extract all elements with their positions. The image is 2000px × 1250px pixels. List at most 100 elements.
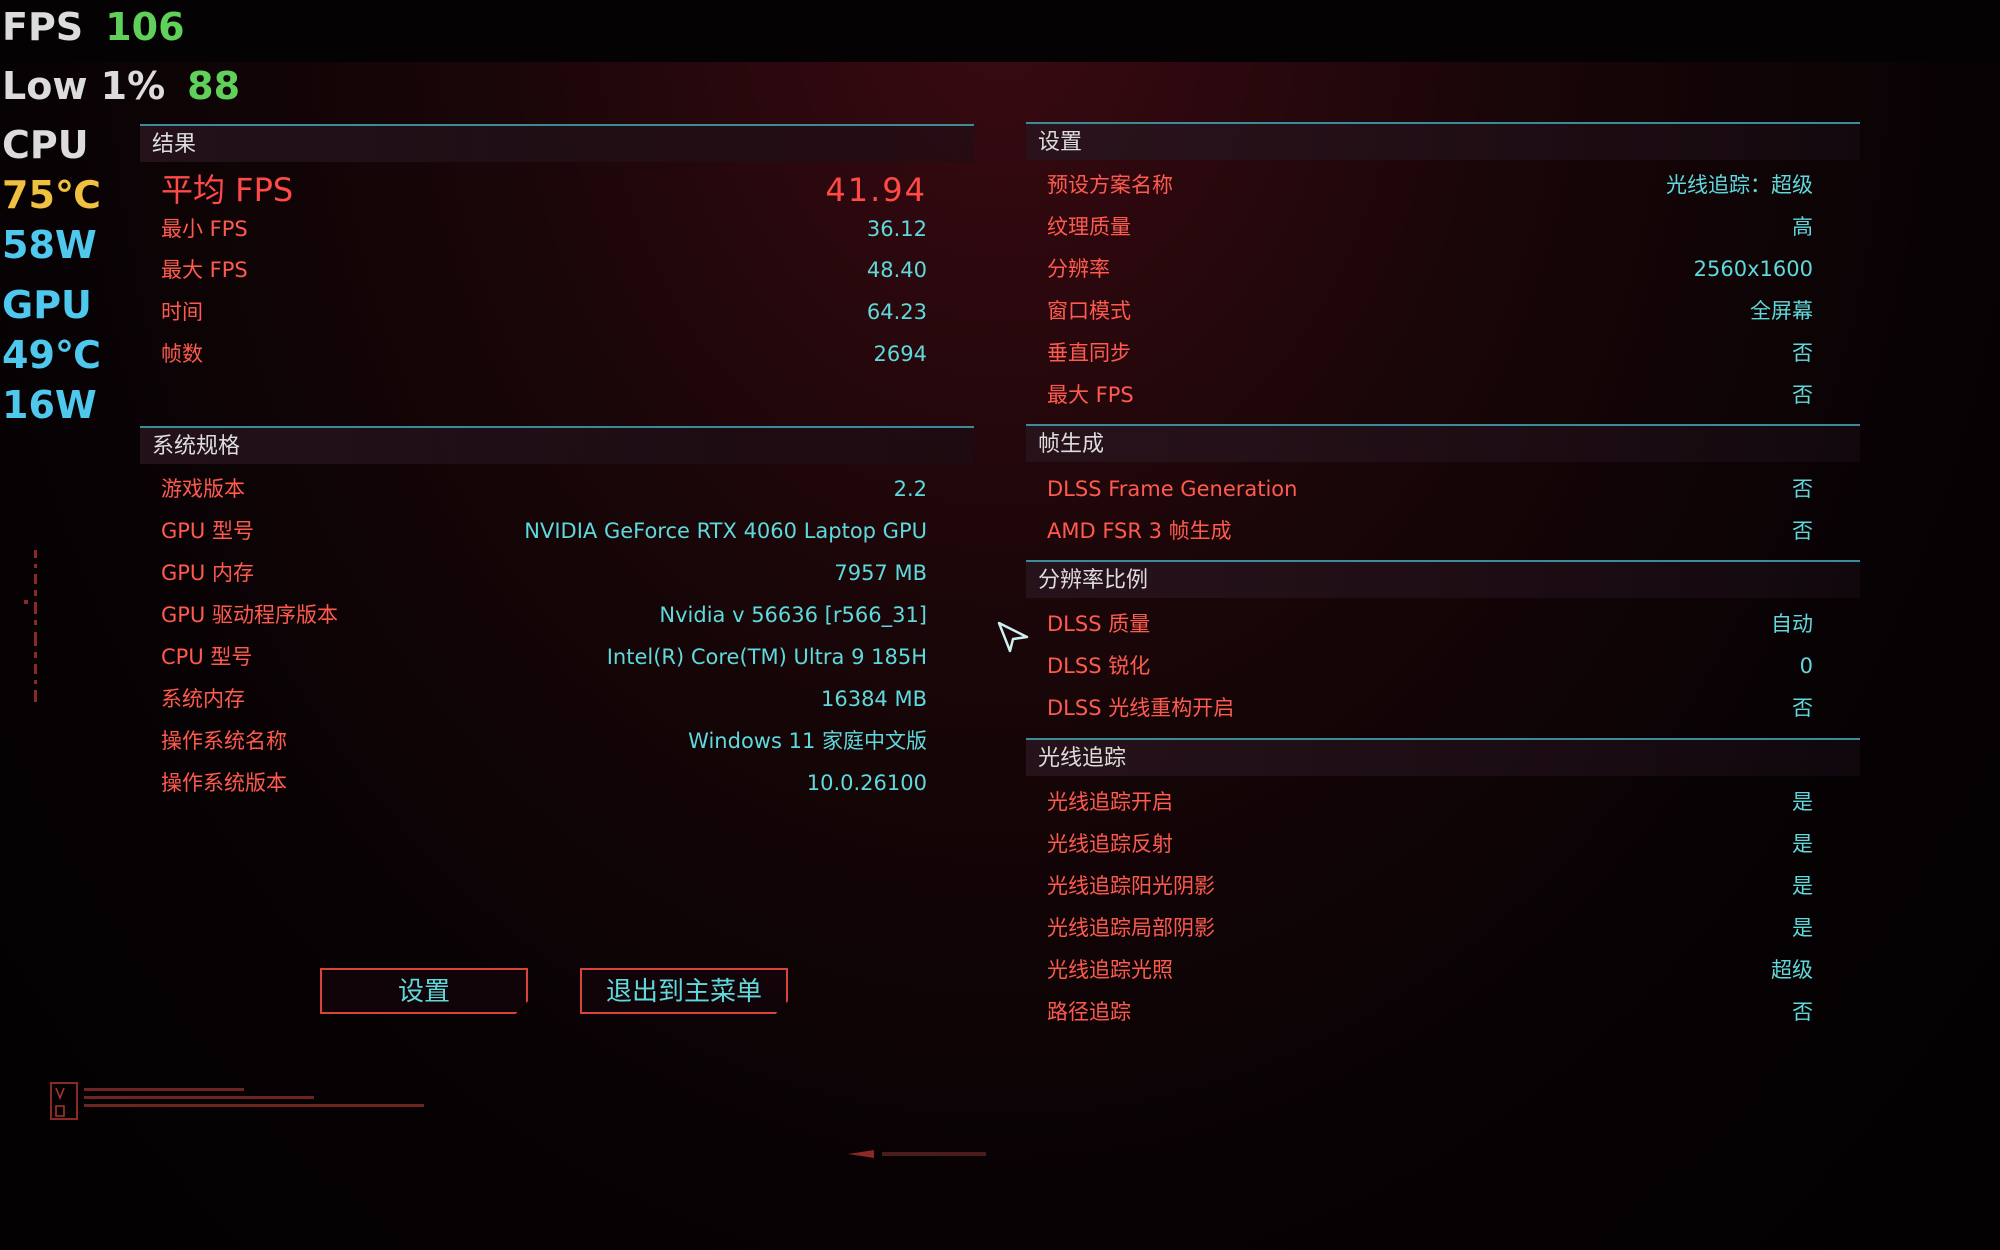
system-row-value: 2.2 — [893, 477, 927, 501]
raytracing-row-value: 否 — [1792, 1000, 1813, 1024]
raytracing-row: 光线追踪光照 超级 — [1047, 953, 1813, 987]
system-row-value: Intel(R) Core(TM) Ultra 9 185H — [606, 645, 927, 669]
raytracing-row-value: 是 — [1792, 832, 1813, 856]
framegen-row-label: AMD FSR 3 帧生成 — [1047, 519, 1232, 543]
result-row-label: 最大 FPS — [161, 258, 248, 282]
raytracing-row: 光线追踪反射 是 — [1047, 827, 1813, 861]
osd-low1-value: 88 — [187, 64, 241, 108]
settings-row-value: 2560x1600 — [1693, 257, 1813, 281]
framegen-row-label: DLSS Frame Generation — [1047, 477, 1298, 501]
settings-row: 分辨率 2560x1600 — [1047, 252, 1813, 286]
system-row: GPU 内存 7957 MB — [161, 556, 927, 590]
framegen-row-value: 否 — [1792, 477, 1813, 501]
result-row-label: 时间 — [161, 300, 203, 324]
scaling-row: DLSS 光线重构开启 否 — [1047, 691, 1813, 725]
scaling-row-value: 自动 — [1771, 612, 1813, 636]
osd-gpu-temp: 49℃ — [2, 333, 101, 377]
raytracing-row-label: 光线追踪开启 — [1047, 790, 1173, 814]
scaling-row-value: 否 — [1792, 696, 1813, 720]
system-row: CPU 型号 Intel(R) Core(TM) Ultra 9 185H — [161, 640, 927, 674]
scaling-row-label: DLSS 锐化 — [1047, 654, 1151, 678]
osd-fps: FPS 106 — [2, 8, 185, 46]
system-row: 系统内存 16384 MB — [161, 682, 927, 716]
result-row-value: 36.12 — [866, 217, 927, 241]
system-row: 操作系统名称 Windows 11 家庭中文版 — [161, 724, 927, 758]
raytracing-row-label: 光线追踪光照 — [1047, 958, 1173, 982]
raytracing-row-label: 光线追踪局部阴影 — [1047, 916, 1215, 940]
framegen-row: AMD FSR 3 帧生成 否 — [1047, 514, 1813, 548]
system-row-value: Nvidia v 56636 [r566_31] — [659, 603, 927, 627]
settings-row: 垂直同步 否 — [1047, 336, 1813, 370]
result-row: 最小 FPS 36.12 — [161, 212, 927, 246]
raytracing-row-label: 光线追踪阳光阴影 — [1047, 874, 1215, 898]
osd-gpu-power: 16W — [2, 383, 97, 427]
osd-low1: Low 1% 88 — [2, 67, 240, 105]
settings-row: 窗口模式 全屏幕 — [1047, 294, 1813, 328]
settings-row-value: 否 — [1792, 341, 1813, 365]
settings-row: 纹理质量 高 — [1047, 210, 1813, 244]
result-row: 最大 FPS 48.40 — [161, 253, 927, 287]
osd-fps-value: 106 — [105, 5, 185, 49]
osd-top-bar — [0, 0, 2000, 62]
system-row-value: 10.0.26100 — [806, 771, 927, 795]
framegen-header: 帧生成 — [1026, 424, 1860, 462]
system-row-label: CPU 型号 — [161, 645, 253, 669]
system-row-label: GPU 型号 — [161, 519, 254, 543]
raytracing-row-value: 是 — [1792, 916, 1813, 940]
framegen-row: DLSS Frame Generation 否 — [1047, 472, 1813, 506]
results-header: 结果 — [140, 124, 974, 162]
system-row-value: Windows 11 家庭中文版 — [688, 729, 927, 753]
osd-gpu-label: GPU — [2, 283, 92, 327]
system-row-label: GPU 内存 — [161, 561, 254, 585]
settings-row: 预设方案名称 光线追踪：超级 — [1047, 168, 1813, 202]
system-row: 游戏版本 2.2 — [161, 472, 927, 506]
bottom-tag-decoration-icon — [848, 1150, 986, 1158]
raytracing-row-label: 路径追踪 — [1047, 1000, 1131, 1024]
result-row-value: 64.23 — [866, 300, 927, 324]
result-row-value: 48.40 — [866, 258, 927, 282]
osd-cpu-power: 58W — [2, 223, 97, 267]
settings-row-value: 高 — [1792, 215, 1813, 239]
result-row: 帧数 2694 — [161, 337, 927, 371]
raytracing-row-value: 超级 — [1771, 958, 1813, 982]
osd-cpu-label: CPU — [2, 123, 89, 167]
system-row: GPU 型号 NVIDIA GeForce RTX 4060 Laptop GPU — [161, 514, 927, 548]
scaling-row: DLSS 质量 自动 — [1047, 607, 1813, 641]
result-row-label: 帧数 — [161, 342, 203, 366]
result-row-label: 最小 FPS — [161, 217, 248, 241]
system-header: 系统规格 — [140, 426, 974, 464]
raytracing-row-label: 光线追踪反射 — [1047, 832, 1173, 856]
result-average-fps-label: 平均 FPS — [161, 171, 294, 209]
system-row-value: 7957 MB — [834, 561, 927, 585]
system-row-label: GPU 驱动程序版本 — [161, 603, 338, 627]
system-row-label: 游戏版本 — [161, 477, 245, 501]
system-row-value: NVIDIA GeForce RTX 4060 Laptop GPU — [524, 519, 927, 543]
scaling-row: DLSS 锐化 0 — [1047, 649, 1813, 683]
settings-row-label: 纹理质量 — [1047, 215, 1131, 239]
scaling-row-label: DLSS 质量 — [1047, 612, 1151, 636]
exit-to-main-menu-button[interactable]: 退出到主菜单 — [580, 968, 788, 1014]
settings-header: 设置 — [1026, 122, 1860, 160]
raytracing-row: 光线追踪开启 是 — [1047, 785, 1813, 819]
system-row-label: 操作系统名称 — [161, 729, 287, 753]
settings-row-value: 否 — [1792, 383, 1813, 407]
settings-row-label: 预设方案名称 — [1047, 173, 1173, 197]
version-badge-icon — [50, 1082, 424, 1120]
settings-button[interactable]: 设置 — [320, 968, 528, 1014]
system-row-label: 操作系统版本 — [161, 771, 287, 795]
result-row-value: 2694 — [873, 342, 927, 366]
scaling-row-value: 0 — [1799, 654, 1813, 678]
raytracing-row: 路径追踪 否 — [1047, 995, 1813, 1029]
mouse-cursor-icon — [997, 621, 1029, 653]
raytracing-row-value: 是 — [1792, 790, 1813, 814]
scaling-row-label: DLSS 光线重构开启 — [1047, 696, 1235, 720]
system-row-value: 16384 MB — [820, 687, 927, 711]
system-row-label: 系统内存 — [161, 687, 245, 711]
settings-row-label: 最大 FPS — [1047, 383, 1134, 407]
system-row: GPU 驱动程序版本 Nvidia v 56636 [r566_31] — [161, 598, 927, 632]
settings-row-value: 光线追踪：超级 — [1666, 173, 1813, 197]
osd-cpu-temp: 75℃ — [2, 173, 101, 217]
scaling-header: 分辨率比例 — [1026, 560, 1860, 598]
osd-fps-label: FPS — [2, 5, 84, 49]
raytracing-row: 光线追踪局部阴影 是 — [1047, 911, 1813, 945]
